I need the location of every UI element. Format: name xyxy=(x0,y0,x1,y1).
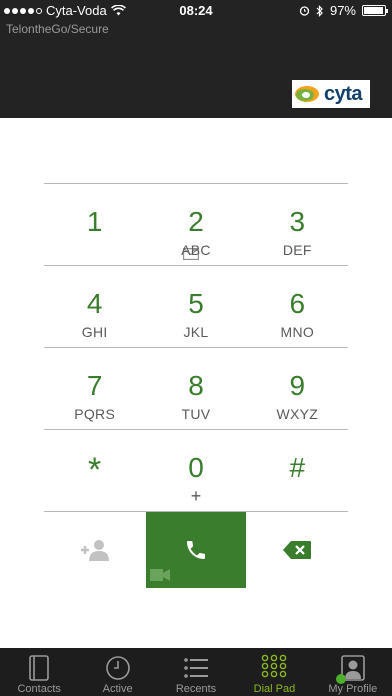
clock-icon xyxy=(105,656,130,680)
key-hash[interactable]: # xyxy=(247,430,348,511)
key-letters: MNO xyxy=(280,324,315,340)
tab-label: Contacts xyxy=(17,683,61,695)
key-digit: 6 xyxy=(289,288,306,319)
dial-row: 4 GHI 5 JKL 6 MNO xyxy=(44,266,348,348)
dial-pad: 1 2 ABC 3 DEF 4 GHI 5 JKL 6 MNO 7 PQRS 8… xyxy=(44,183,348,512)
tab-active[interactable]: Active xyxy=(78,648,156,696)
key-digit: 9 xyxy=(289,370,306,401)
key-digit: 3 xyxy=(289,206,306,237)
key-letters: JKL xyxy=(183,324,209,340)
key-5[interactable]: 5 JKL xyxy=(145,266,246,347)
app-subtitle: TelontheGo/Secure xyxy=(6,22,109,36)
dial-actions xyxy=(44,512,348,588)
video-camera-icon xyxy=(150,569,170,581)
key-letters: TUV xyxy=(181,406,211,422)
key-star[interactable]: * xyxy=(44,430,145,511)
tab-recents[interactable]: Recents xyxy=(157,648,235,696)
key-letters: GHI xyxy=(81,324,108,340)
app-header: Cyta-Voda 08:24 97% TelontheGo/Secure cy… xyxy=(0,0,392,118)
key-digit: 0 xyxy=(188,452,204,483)
tab-label: My Profile xyxy=(328,683,378,695)
key-digit: 1 xyxy=(86,206,103,237)
dial-row: 7 PQRS 8 TUV 9 WXYZ xyxy=(44,348,348,430)
dial-row: 1 2 ABC 3 DEF xyxy=(44,184,348,266)
key-0[interactable]: 0 + xyxy=(145,430,246,511)
battery-percent: 97% xyxy=(329,3,356,18)
tab-bar: Contacts Active Recents Dial Pad My Prof… xyxy=(0,648,392,696)
key-1[interactable]: 1 xyxy=(44,184,199,265)
key-letters: DEF xyxy=(282,242,312,258)
key-digit: 5 xyxy=(188,288,204,319)
alarm-icon xyxy=(299,6,310,16)
backspace-button[interactable] xyxy=(246,512,348,588)
key-letters: WXYZ xyxy=(276,406,319,422)
key-3[interactable]: 3 DEF xyxy=(247,184,348,265)
key-9[interactable]: 9 WXYZ xyxy=(247,348,348,429)
key-letters: PQRS xyxy=(74,406,116,422)
bluetooth-icon xyxy=(316,4,323,17)
tab-label: Recents xyxy=(175,683,217,695)
key-digit: 7 xyxy=(86,370,103,401)
presence-status-indicator xyxy=(336,674,346,684)
status-right: 97% xyxy=(299,3,388,18)
key-digit: 4 xyxy=(86,288,103,319)
key-8[interactable]: 8 TUV xyxy=(145,348,246,429)
key-6[interactable]: 6 MNO xyxy=(247,266,348,347)
tab-label: Active xyxy=(102,683,133,695)
key-digit: 8 xyxy=(188,370,204,401)
key-4[interactable]: 4 GHI xyxy=(44,266,145,347)
key-plus: + xyxy=(190,486,202,506)
dialpad-icon xyxy=(262,654,287,678)
tab-my-profile[interactable]: My Profile xyxy=(314,648,392,696)
key-letters: ABC xyxy=(181,242,211,258)
phone-icon xyxy=(187,541,205,559)
key-digit: # xyxy=(289,452,306,483)
contacts-icon xyxy=(29,655,50,681)
add-contact-button[interactable] xyxy=(44,512,146,588)
battery-level xyxy=(364,7,384,14)
tab-label: Dial Pad xyxy=(253,683,296,695)
status-bar: Cyta-Voda 08:24 97% xyxy=(0,0,392,20)
list-icon xyxy=(184,658,209,678)
key-2[interactable]: 2 ABC xyxy=(145,184,246,265)
logo-text: cyta xyxy=(324,82,363,105)
key-7[interactable]: 7 PQRS xyxy=(44,348,145,429)
backspace-icon xyxy=(283,541,311,559)
dial-row: * 0 + # xyxy=(44,430,348,512)
tab-dial-pad[interactable]: Dial Pad xyxy=(235,648,313,696)
add-contact-icon xyxy=(81,540,109,561)
cyta-logo: cyta xyxy=(292,80,370,108)
key-digit: * xyxy=(88,451,102,489)
key-digit: 2 xyxy=(188,206,204,237)
battery-icon xyxy=(362,5,388,16)
cyta-logo-mark-icon xyxy=(295,86,319,102)
call-button[interactable] xyxy=(146,512,246,588)
tab-contacts[interactable]: Contacts xyxy=(0,648,78,696)
